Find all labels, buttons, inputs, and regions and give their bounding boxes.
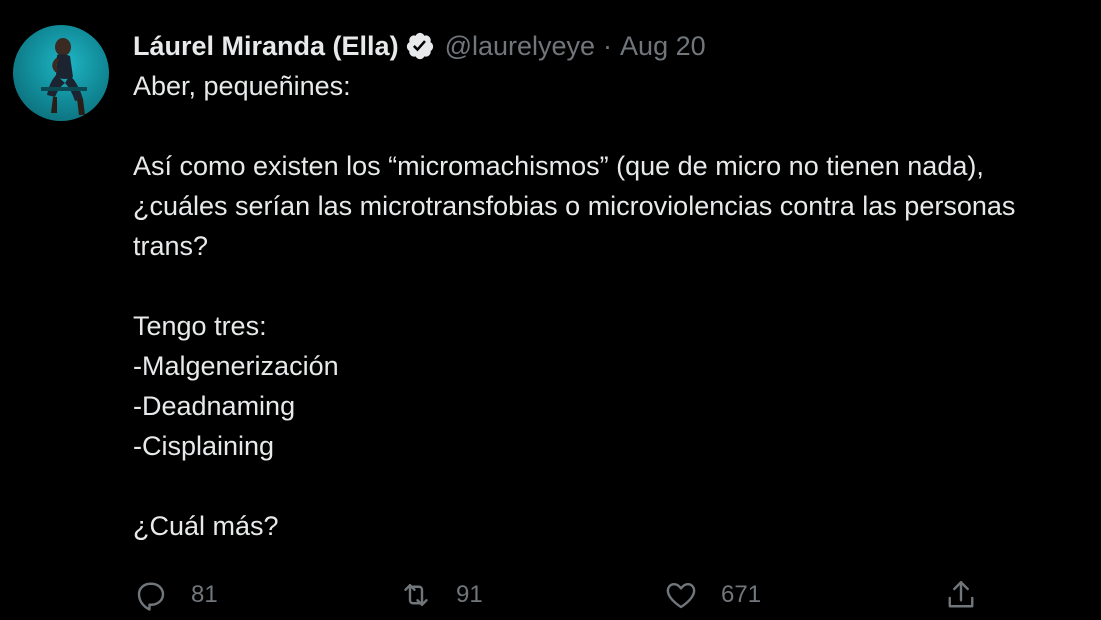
tweet-content: Láurel Miranda (Ella) @laurelyeye · Aug … [133, 26, 1101, 546]
display-name[interactable]: Láurel Miranda (Ella) [133, 26, 399, 66]
separator-dot: · [603, 31, 613, 61]
reply-count: 81 [191, 581, 218, 608]
verified-badge-icon [405, 31, 435, 61]
heart-icon [663, 577, 699, 613]
tweet-text-blank [133, 266, 1101, 306]
tweet-text-line: -Deadnaming [133, 391, 296, 421]
tweet-text-blank [133, 106, 1101, 146]
avatar-photo [41, 38, 87, 115]
share-icon [943, 577, 979, 613]
tweet-header: Láurel Miranda (Ella) @laurelyeye · Aug … [133, 26, 1101, 66]
tweet-text-line: Aber, pequeñines: [133, 71, 351, 101]
like-button[interactable]: 671 [663, 573, 761, 617]
retweet-icon [398, 577, 434, 613]
retweet-button[interactable]: 91 [398, 573, 483, 617]
tweet-text-line: ¿Cuál más? [133, 511, 279, 541]
tweet-text: Aber, pequeñines: Así como existen los “… [133, 66, 1101, 546]
retweet-count: 91 [456, 581, 483, 608]
tweet-text-line: ¿cuáles serían las microtransfobias o mi… [133, 191, 1016, 221]
reply-button[interactable]: 81 [133, 573, 218, 617]
tweet-text-line: Así como existen los “micromachismos” (q… [133, 151, 984, 181]
reply-icon [133, 577, 169, 613]
tweet-text-blank [133, 466, 1101, 506]
author-handle[interactable]: @laurelyeye [445, 26, 595, 66]
tweet-actions: 81 91 671 [133, 573, 1001, 617]
tweet-text-line: Tengo tres: [133, 311, 267, 341]
tweet-text-line: trans? [133, 231, 209, 261]
avatar[interactable] [13, 25, 109, 121]
tweet: Láurel Miranda (Ella) @laurelyeye · Aug … [0, 0, 1101, 620]
share-button[interactable] [943, 573, 979, 617]
like-count: 671 [721, 581, 762, 608]
tweet-date[interactable]: Aug 20 [620, 26, 706, 66]
tweet-text-line: -Cisplaining [133, 431, 275, 461]
tweet-text-line: -Malgenerización [133, 351, 339, 381]
